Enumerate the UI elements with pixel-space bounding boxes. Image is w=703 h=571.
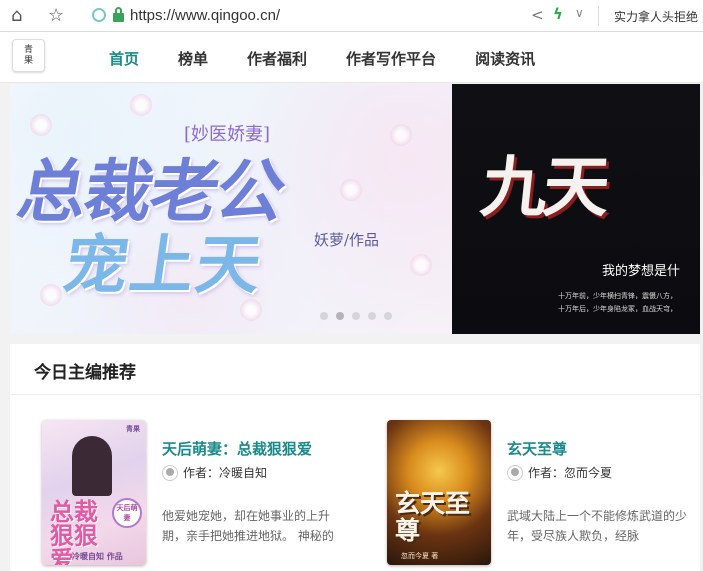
banner-carousel[interactable]: [妙医娇妻] 总裁老公 宠上天 妖萝/作品 九天 我的梦想是什 十万年前，少年横…: [10, 84, 700, 334]
carousel-dot[interactable]: [368, 312, 376, 320]
section-title: 今日主编推荐: [34, 363, 136, 383]
cover-title: 玄天至尊: [395, 489, 471, 545]
banner2-title: 九天: [477, 148, 610, 226]
home-icon[interactable]: ⌂: [11, 6, 22, 26]
nav-author-platform[interactable]: 作者写作平台: [346, 48, 436, 69]
shield-icon: [92, 8, 106, 22]
avatar: [507, 464, 523, 481]
carousel-dots: [320, 312, 400, 320]
book-cover[interactable]: 青果 天后萌妻 总裁狠狠爱 冷暖自知 作品: [42, 420, 146, 565]
site-header: 青果 首页 榜单 作者福利 作者写作平台 阅读资讯: [0, 32, 703, 83]
author-label: 作者：冷暖自知: [183, 466, 268, 480]
toolbar-divider: [598, 6, 599, 26]
banner2-subtitle: 我的梦想是什: [602, 264, 681, 279]
banner-author: 妖萝/作品: [314, 231, 380, 249]
avatar: [162, 464, 178, 481]
nav-home[interactable]: 首页: [109, 48, 139, 69]
author-label: 作者：忽而今夏: [528, 466, 613, 480]
carousel-dot[interactable]: [320, 312, 328, 320]
book-description: 他爱她宠她，却在她事业的上升期，亲手把她推进地狱。 神秘的: [162, 509, 334, 543]
book-cover[interactable]: 玄天至尊 忽而今夏 著: [387, 420, 491, 565]
address-bar[interactable]: https://www.qingoo.cn/: [92, 4, 597, 26]
banner-slide-2[interactable]: 九天 我的梦想是什 十万年前，少年横扫青锋，震慑八方， 十万年后，少年身陷龙冢，…: [452, 84, 700, 334]
main-nav: 首页 榜单 作者福利 作者写作平台 阅读资讯: [109, 48, 574, 69]
banner2-line1: 十万年前，少年横扫青锋，震慑八方，: [558, 292, 677, 300]
star-icon[interactable]: ☆: [48, 6, 64, 26]
banner-title-line2: 宠上天: [58, 228, 268, 303]
lock-icon: [113, 6, 124, 22]
url-text[interactable]: https://www.qingoo.cn/: [130, 7, 280, 24]
book-title[interactable]: 天后萌妻：总裁狠狠爱: [162, 438, 312, 459]
share-icon[interactable]: <: [531, 6, 544, 24]
editor-recommend-section: 今日主编推荐 青果 天后萌妻 总裁狠狠爱 冷暖自知 作品 天后萌妻：总裁狠狠爱 …: [10, 344, 700, 571]
cover-author: 忽而今夏 著: [401, 552, 439, 560]
book-author: 作者：忽而今夏: [507, 464, 612, 481]
nav-reading-news[interactable]: 阅读资讯: [475, 48, 535, 69]
nav-rankings[interactable]: 榜单: [178, 48, 208, 69]
search-box-text[interactable]: 实力拿人头拒绝: [614, 8, 698, 25]
banner-slide-1[interactable]: [妙医娇妻] 总裁老公 宠上天 妖萝/作品: [10, 84, 452, 334]
site-logo[interactable]: 青果: [12, 39, 45, 72]
book-title[interactable]: 玄天至尊: [507, 438, 567, 459]
chevron-down-icon[interactable]: ∨: [575, 6, 584, 20]
browser-toolbar: ⌂ ☆ https://www.qingoo.cn/ < ϟ ∨ 实力拿人头拒绝: [0, 0, 703, 32]
banner2-line2: 十万年后，少年身陷龙冢，血战天穹，: [558, 305, 677, 313]
carousel-dot-active[interactable]: [336, 312, 344, 320]
book-description: 武域大陆上一个不能修炼武道的少年，受尽族人欺负，经脉: [507, 509, 688, 543]
nav-author-benefits[interactable]: 作者福利: [247, 48, 307, 69]
carousel-dot[interactable]: [384, 312, 392, 320]
carousel-dot[interactable]: [352, 312, 360, 320]
cover-figure: [72, 436, 112, 496]
book-author: 作者：冷暖自知: [162, 464, 267, 481]
cover-brand: 青果: [126, 424, 140, 433]
logo-text: 青果: [23, 45, 33, 66]
section-divider: [10, 394, 700, 395]
cover-author: 冷暖自知 作品: [72, 551, 123, 561]
bolt-icon[interactable]: ϟ: [553, 5, 563, 23]
